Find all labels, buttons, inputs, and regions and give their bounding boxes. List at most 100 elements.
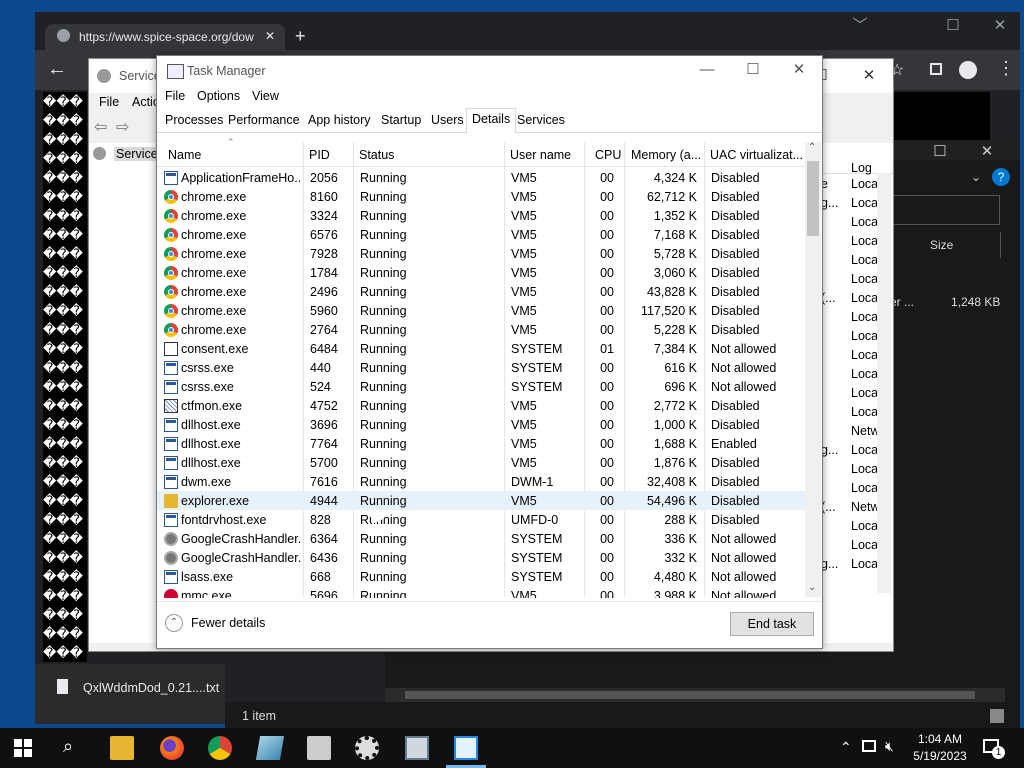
scroll-up-icon[interactable]: ⌃: [808, 142, 816, 153]
col-uac[interactable]: UAC virtualizat...: [710, 148, 802, 162]
menu-file[interactable]: File: [165, 89, 185, 103]
col-cpu[interactable]: CPU: [595, 148, 621, 162]
profile-icon[interactable]: [959, 61, 977, 79]
col-pid[interactable]: PID: [309, 148, 330, 162]
col-user-name[interactable]: User name: [510, 148, 571, 162]
chevron-up-icon[interactable]: ⌃: [840, 739, 852, 756]
firefox-icon[interactable]: [160, 736, 184, 760]
chrome-close-button[interactable]: ✕: [980, 14, 1020, 38]
windows-start-icon[interactable]: [14, 739, 32, 757]
explorer-maximize-button[interactable]: ☐: [920, 140, 960, 164]
chrome-icon[interactable]: [208, 736, 232, 760]
process-cpu: 00: [600, 399, 614, 413]
chevron-down-icon[interactable]: ⌄: [971, 170, 981, 184]
tab-users[interactable]: Users: [426, 110, 469, 131]
chrome-minimize-button[interactable]: ﹀: [840, 14, 880, 38]
table-row[interactable]: dllhost.exe 5700 Running VM5 00 1,876 K Disabl…: [157, 453, 807, 472]
table-row[interactable]: mmc.exe 5696 Running VM5 00 3,988 K Not allowe…: [157, 586, 807, 598]
table-row[interactable]: ApplicationFrameHo... 2056 Running VM5 00 4,3…: [157, 168, 807, 187]
col-status[interactable]: Status: [359, 148, 394, 162]
table-row[interactable]: fontdrvhost.exe 828 Running UMFD-0 00 288 K Di…: [157, 510, 807, 529]
volume-muted-icon[interactable]: 🔇︎: [885, 738, 894, 755]
forward-icon[interactable]: ⇨: [116, 117, 129, 137]
col-log-on[interactable]: Log: [851, 161, 872, 175]
table-row[interactable]: dllhost.exe 3696 Running VM5 00 1,000 K Disabl…: [157, 415, 807, 434]
table-row[interactable]: chrome.exe 6576 Running VM5 00 7,168 K Disable…: [157, 225, 807, 244]
tab-app-history[interactable]: App history: [303, 110, 376, 131]
column-size-header[interactable]: Size: [930, 238, 953, 252]
network-icon[interactable]: [307, 736, 331, 760]
settings-gear-icon[interactable]: [355, 736, 379, 760]
task-manager-taskbar-icon[interactable]: [454, 736, 478, 760]
menu-view[interactable]: View: [252, 89, 279, 103]
more-menu-icon[interactable]: ⋮: [997, 58, 1015, 79]
sidepanel-icon[interactable]: [930, 63, 942, 75]
end-task-button[interactable]: End task: [730, 612, 814, 636]
tab-performance[interactable]: Performance: [223, 110, 305, 131]
col-name[interactable]: Name: [168, 148, 201, 162]
maximize-button[interactable]: ☐: [733, 58, 773, 82]
services-close-button[interactable]: ✕: [849, 64, 889, 88]
table-row[interactable]: GoogleCrashHandler... 6364 Running SYSTEM 00…: [157, 529, 807, 548]
tab-startup[interactable]: Startup: [376, 110, 426, 131]
explorer-hscrollbar[interactable]: [385, 688, 1005, 702]
tab-processes[interactable]: Processes: [160, 110, 228, 131]
col-memory[interactable]: Memory (a...: [631, 148, 701, 162]
table-row[interactable]: csrss.exe 440 Running SYSTEM 00 616 K Not allo…: [157, 358, 807, 377]
tab-services[interactable]: Services: [512, 110, 570, 131]
new-tab-button[interactable]: +: [295, 26, 306, 47]
chrome-restore-button[interactable]: ☐: [933, 14, 973, 38]
process-user: VM5: [511, 228, 537, 242]
network-tray-icon[interactable]: [862, 740, 876, 752]
process-name: chrome.exe: [181, 285, 247, 299]
chrome-tab[interactable]: https://www.spice-space.org/dow ✕: [45, 24, 285, 50]
process-uac: Disabled: [711, 475, 760, 489]
process-memory: 288 K: [664, 513, 697, 527]
table-row[interactable]: explorer.exe 4944 Running VM5 00 54,496 K Disa…: [157, 491, 807, 510]
table-row[interactable]: chrome.exe 2496 Running VM5 00 43,828 K Disabl…: [157, 282, 807, 301]
process-memory: 5,228 K: [653, 323, 697, 337]
process-memory: 7,384 K: [653, 342, 697, 356]
details-view-icon[interactable]: [990, 709, 1004, 723]
table-row[interactable]: GoogleCrashHandler... 6436 Running SYSTEM 00…: [157, 548, 807, 567]
fewer-details-icon[interactable]: ⌃: [165, 614, 183, 632]
tab-close-icon[interactable]: ✕: [265, 29, 275, 43]
download-item[interactable]: QxlWddmDod_0.21....txt: [35, 664, 225, 724]
table-row[interactable]: csrss.exe 524 Running SYSTEM 00 696 K Not allo…: [157, 377, 807, 396]
table-row[interactable]: chrome.exe 3324 Running VM5 00 1,352 K Disable…: [157, 206, 807, 225]
details-scroll-thumb[interactable]: [807, 161, 819, 236]
notepad-icon[interactable]: [255, 736, 285, 760]
table-row[interactable]: consent.exe 6484 Running SYSTEM 01 7,384 K Not…: [157, 339, 807, 358]
file-explorer-icon[interactable]: [110, 736, 134, 760]
services-menu-file[interactable]: File: [99, 95, 119, 109]
table-row[interactable]: ctfmon.exe 4752 Running VM5 00 2,772 K Disable…: [157, 396, 807, 415]
back-arrow-icon[interactable]: ←: [47, 58, 67, 81]
services-vscroll[interactable]: [877, 173, 891, 593]
item-count: 1 item: [242, 709, 277, 723]
table-row[interactable]: dllhost.exe 7764 Running VM5 00 1,688 K Enable…: [157, 434, 807, 453]
search-icon[interactable]: ⌕: [63, 736, 87, 760]
table-row[interactable]: chrome.exe 1784 Running VM5 00 3,060 K Disable…: [157, 263, 807, 282]
fewer-details-link[interactable]: Fewer details: [191, 616, 265, 630]
explorer-search-box[interactable]: [890, 195, 1000, 225]
table-row[interactable]: chrome.exe 2764 Running VM5 00 5,228 K Disable…: [157, 320, 807, 339]
table-row[interactable]: lsass.exe 668 Running SYSTEM 00 4,480 K Not al…: [157, 567, 807, 586]
close-button[interactable]: ✕: [779, 58, 819, 82]
process-pid: 2496: [310, 285, 338, 299]
process-cpu: 00: [600, 456, 614, 470]
minimize-button[interactable]: —: [687, 58, 727, 82]
help-icon[interactable]: ?: [992, 168, 1010, 186]
clock[interactable]: 1:04 AM 5/19/2023: [905, 731, 975, 765]
explorer-close-button[interactable]: ✕: [967, 140, 1007, 164]
scroll-down-icon[interactable]: ⌄: [808, 582, 816, 593]
table-row[interactable]: chrome.exe 8160 Running VM5 00 62,712 K Disabl…: [157, 187, 807, 206]
menu-options[interactable]: Options: [197, 89, 240, 103]
table-row[interactable]: chrome.exe 5960 Running VM5 00 117,520 K Disab…: [157, 301, 807, 320]
process-status: Running: [360, 456, 407, 470]
table-row[interactable]: chrome.exe 7928 Running VM5 00 5,728 K Disable…: [157, 244, 807, 263]
device-manager-icon[interactable]: [405, 736, 429, 760]
tab-details[interactable]: Details: [466, 108, 517, 134]
table-row[interactable]: dwm.exe 7616 Running DWM-1 00 32,408 K Disable…: [157, 472, 807, 491]
explorer-hscroll-thumb[interactable]: [405, 691, 975, 699]
back-icon[interactable]: ⇦: [94, 117, 107, 137]
